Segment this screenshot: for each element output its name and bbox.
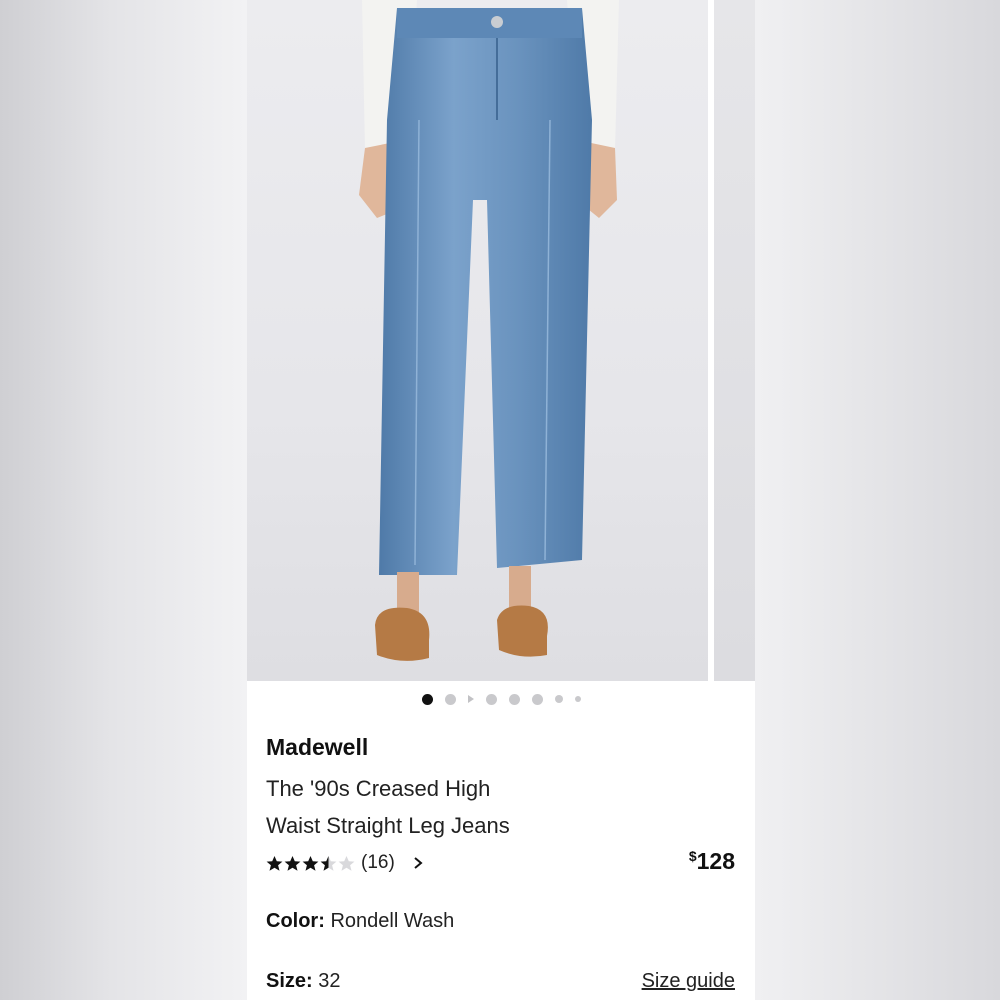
pagination-dot[interactable] bbox=[485, 693, 497, 705]
chevron-right-icon bbox=[414, 857, 423, 869]
pagination-dot[interactable] bbox=[531, 693, 543, 705]
color-selection: Color: Rondell Wash bbox=[266, 910, 454, 933]
pagination-dot[interactable] bbox=[508, 693, 520, 705]
video-play-icon[interactable] bbox=[467, 695, 474, 703]
jeans-photo bbox=[359, 0, 619, 661]
pagination-dot[interactable] bbox=[574, 696, 581, 702]
size-value: 32 bbox=[318, 970, 341, 992]
background-blur-left bbox=[0, 0, 247, 1000]
price-currency: $ bbox=[688, 848, 697, 864]
brand-name[interactable]: Madewell bbox=[266, 734, 368, 761]
pagination-dot-active[interactable] bbox=[421, 693, 433, 705]
star-icon bbox=[302, 855, 319, 871]
image-gallery[interactable] bbox=[247, 0, 755, 681]
background-blur-right bbox=[755, 0, 1000, 1000]
size-selection: Size: 32 bbox=[266, 970, 341, 993]
price-amount: 128 bbox=[696, 848, 735, 874]
product-title-line-1: The '90s Creased High bbox=[266, 776, 491, 801]
gallery-pagination bbox=[247, 692, 755, 706]
next-product-image[interactable] bbox=[714, 0, 755, 681]
size-guide-link[interactable]: Size guide bbox=[642, 970, 735, 993]
pagination-dot[interactable] bbox=[444, 693, 456, 705]
color-label: Color: bbox=[266, 910, 325, 932]
product-title: The '90s Creased High Waist Straight Leg… bbox=[266, 770, 586, 844]
color-value: Rondell Wash bbox=[330, 910, 455, 932]
review-count: (16) bbox=[361, 852, 395, 873]
product-page: Madewell The '90s Creased High Waist Str… bbox=[247, 0, 755, 1000]
rating-link[interactable]: (16) bbox=[266, 850, 425, 876]
star-icon bbox=[266, 855, 283, 871]
pagination-dot[interactable] bbox=[554, 695, 563, 703]
star-icon bbox=[338, 855, 355, 871]
star-icon bbox=[284, 855, 301, 871]
product-title-line-2: Waist Straight Leg Jeans bbox=[266, 813, 510, 838]
product-image[interactable] bbox=[247, 0, 708, 681]
star-icon bbox=[320, 855, 337, 871]
star-rating bbox=[266, 855, 355, 872]
size-label: Size: bbox=[266, 970, 313, 992]
product-price: $128 bbox=[689, 848, 735, 875]
